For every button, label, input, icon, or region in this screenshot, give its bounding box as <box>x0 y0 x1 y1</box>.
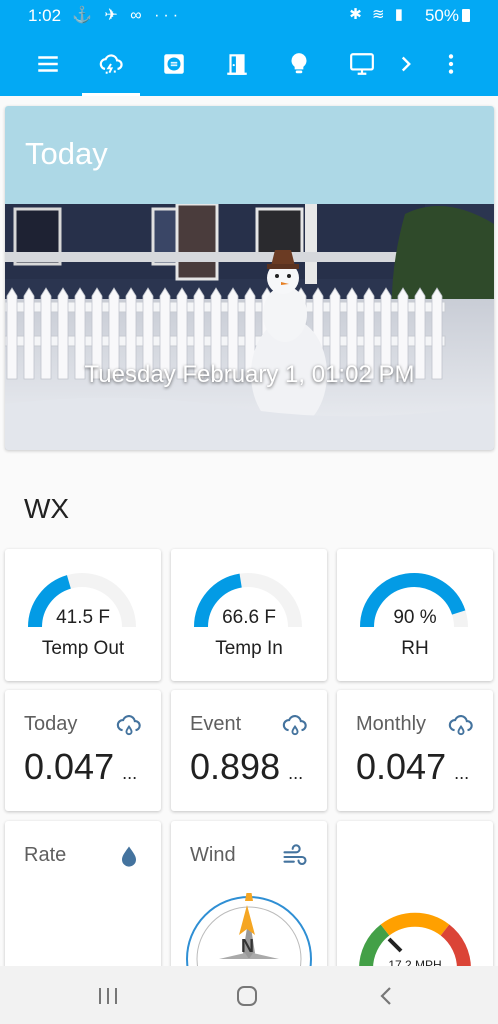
weather-cloud-lightning-icon <box>99 54 123 74</box>
gauge-card-temp-in[interactable]: 66.6 F Temp In <box>171 549 327 681</box>
app-bar <box>0 32 498 96</box>
gauge-label: Temp Out <box>41 638 125 659</box>
tab-door[interactable] <box>208 32 266 96</box>
today-card[interactable]: Today Tuesday February 1, 01:02 PM <box>5 106 494 450</box>
sensor-card-rain-event[interactable]: Event 0.898... <box>171 690 327 811</box>
tab-lights[interactable] <box>270 32 328 96</box>
sensor-name: Rate <box>24 844 67 866</box>
gauge-value: 66.6 F <box>222 607 276 628</box>
weather-pouring-icon <box>282 715 307 736</box>
sensor-value: 0.047... <box>356 746 469 788</box>
gauge-card-temp-out[interactable]: 41.5 F Temp Out <box>5 549 161 681</box>
sensor-value-more: ... <box>122 763 138 783</box>
sensor-value: 0.898... <box>190 746 303 788</box>
gauge-value: 41.5 F <box>56 607 110 628</box>
sensor-name: Monthly <box>356 713 427 735</box>
sensor-value-text: 0.047 <box>356 746 447 787</box>
tab-weather[interactable] <box>82 32 140 96</box>
wind-icon <box>283 844 307 866</box>
sensor-value-more: ... <box>454 763 470 783</box>
recent-apps-button[interactable] <box>88 981 128 1011</box>
sensor-name: Today <box>24 713 78 735</box>
snowman-photo <box>5 204 494 450</box>
recent-apps-icon <box>99 988 117 1004</box>
overflow-menu-button[interactable] <box>424 32 478 96</box>
sensor-value-text: 0.898 <box>190 746 281 787</box>
sensor-name: Wind <box>190 844 236 866</box>
battery-icon <box>462 9 470 22</box>
home-icon <box>237 986 257 1006</box>
status-bar: 1:02 ⚓ ✈ ∞ ··· ✱ ≋ ▮ 50% <box>0 0 498 32</box>
sensor-card-rain-rate[interactable]: Rate <box>5 821 161 971</box>
battery-percent: 50% <box>424 6 459 25</box>
today-title: Today <box>5 106 494 204</box>
today-caption: Tuesday February 1, 01:02 PM <box>84 361 415 388</box>
lightbulb-icon <box>291 53 307 74</box>
status-time: 1:02 <box>28 6 62 25</box>
wx-section-title: WX <box>24 493 70 524</box>
sensor-card-rain-monthly[interactable]: Monthly 0.047... <box>337 690 493 811</box>
sensor-value: 0.047... <box>24 746 137 788</box>
gauge-label: Temp In <box>215 638 283 659</box>
sensor-value-more: ... <box>288 763 304 783</box>
water-drop-icon <box>122 846 136 867</box>
menu-button[interactable] <box>19 32 77 96</box>
gauge-label: RH <box>401 638 429 659</box>
back-icon <box>380 987 391 1005</box>
sensor-card-rain-today[interactable]: Today 0.047... <box>5 690 161 811</box>
gauge-value: 90 % <box>393 607 437 628</box>
notification-icons: ⚓ ✈ ∞ ··· <box>72 7 183 24</box>
weather-pouring-icon <box>116 715 141 736</box>
monitor-icon <box>350 53 374 75</box>
system-nav-bar <box>0 966 498 1024</box>
back-button[interactable] <box>366 981 406 1011</box>
weather-pouring-icon <box>448 715 473 736</box>
home-button[interactable] <box>227 981 267 1011</box>
list-card-icon <box>164 54 184 74</box>
tab-list[interactable] <box>145 32 203 96</box>
chevron-right-icon <box>401 56 411 72</box>
sensor-name: Event <box>190 713 242 735</box>
sensor-value-text: 0.047 <box>24 746 115 787</box>
battery-status: 50% <box>425 6 470 26</box>
door-icon <box>227 54 247 75</box>
gauge-card-rh[interactable]: 90 % RH <box>337 549 493 681</box>
wind-card[interactable]: Wind N <box>171 821 327 971</box>
compass-north-label: N <box>241 936 254 956</box>
system-icons: ✱ ≋ ▮ <box>349 6 406 23</box>
wind-speed-gauge-card[interactable]: 17.2 MPH <box>337 821 493 971</box>
menu-icon <box>38 56 58 72</box>
more-vert-icon <box>448 54 454 74</box>
